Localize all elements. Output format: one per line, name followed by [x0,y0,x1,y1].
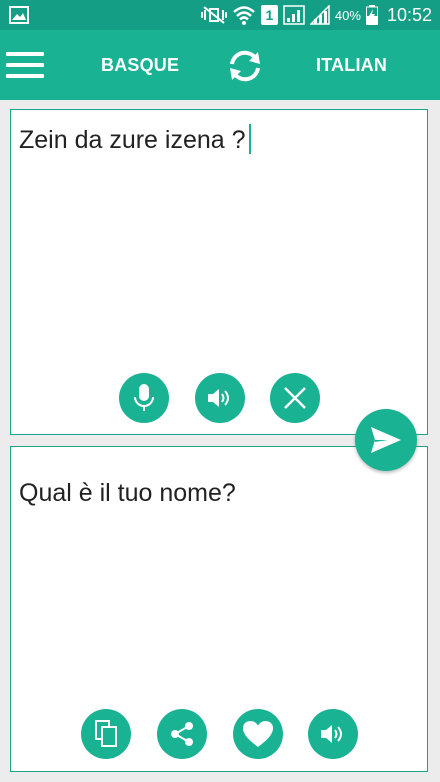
battery-charging-icon [365,5,378,25]
heart-icon [243,721,273,747]
copy-button[interactable] [81,709,131,759]
mic-button[interactable] [119,373,169,423]
clock: 10:52 [386,4,432,25]
mic-icon [134,384,154,411]
battery-percent: 40% [334,7,361,23]
favorite-button[interactable] [233,709,283,759]
speaker-icon [321,725,342,743]
copy-icon [95,720,117,747]
speaker-icon [208,389,229,407]
translated-text: Qual è il tuo nome? [19,479,236,507]
speak-translation-button[interactable] [308,709,358,759]
signal-strength-icon [309,5,330,25]
source-language-button[interactable]: BASQUE [101,55,179,76]
signal-icon [283,5,305,25]
app-toolbar: BASQUE ITALIAN [0,30,440,100]
menu-icon[interactable] [6,52,44,80]
share-icon [171,722,193,746]
image-notification-icon [9,6,29,24]
target-language-button[interactable]: ITALIAN [316,55,387,76]
send-icon [371,427,401,453]
source-text-input[interactable]: Zein da zure izena ? [19,124,251,155]
source-text: Zein da zure izena ? [19,126,246,154]
swap-languages-icon[interactable] [222,43,268,89]
mute-vibrate-icon [200,6,227,24]
speak-source-button[interactable] [195,373,245,423]
clear-button[interactable] [270,373,320,423]
wifi-icon [233,6,255,25]
share-button[interactable] [157,709,207,759]
sim-slot-number: 1 [265,7,274,23]
text-caret [248,124,251,154]
close-icon [284,387,306,409]
status-bar: 1 40% 10:52 [0,0,440,30]
sim-slot-badge: 1 [260,5,278,25]
translate-button[interactable] [355,409,417,471]
output-panel: Qual è il tuo nome? [10,446,428,772]
